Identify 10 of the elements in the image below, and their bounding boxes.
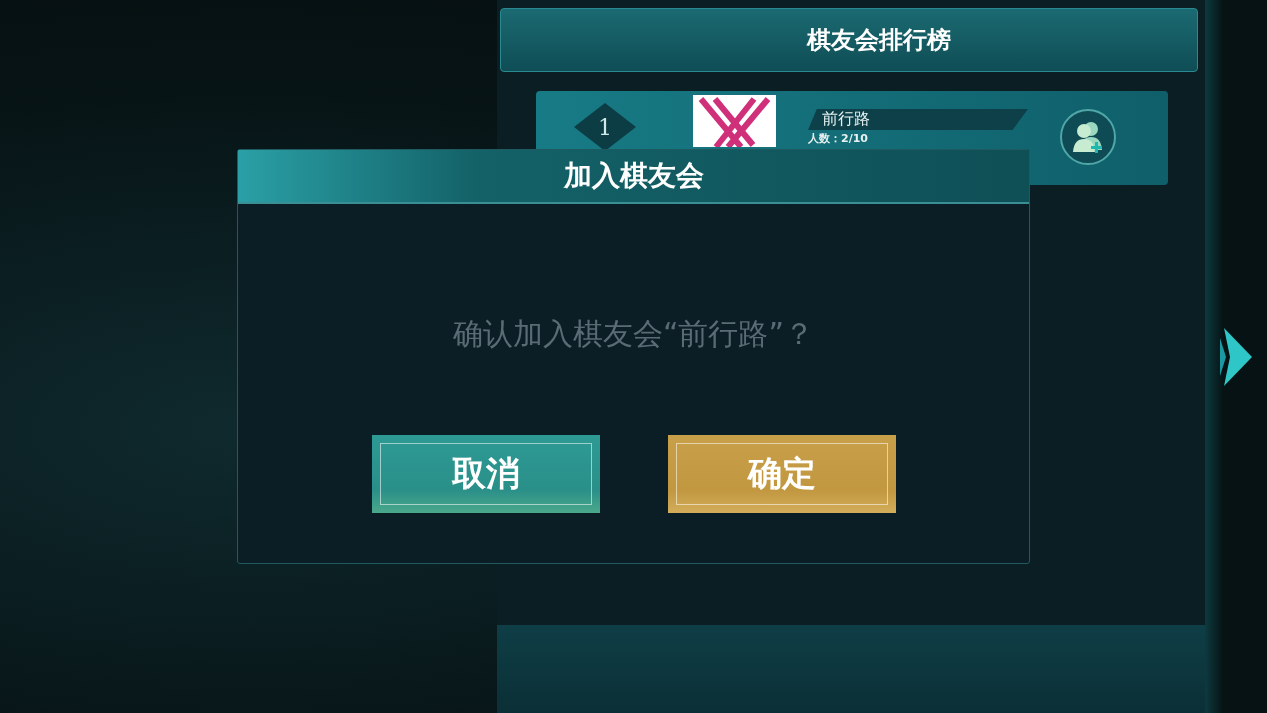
join-button[interactable]: [1060, 109, 1116, 165]
add-people-icon: [1071, 120, 1105, 154]
member-count: 人数：2/10: [808, 131, 869, 146]
confirm-button[interactable]: 确定: [667, 435, 896, 513]
rank-badge: 1: [574, 103, 636, 151]
cross-emblem-icon: [693, 95, 776, 147]
cancel-button[interactable]: 取消: [371, 435, 600, 513]
confirm-message: 确认加入棋友会“前行路”？: [451, 315, 816, 353]
club-name: 前行路: [808, 109, 1028, 130]
panel-title: 棋友会排行榜: [807, 24, 951, 56]
